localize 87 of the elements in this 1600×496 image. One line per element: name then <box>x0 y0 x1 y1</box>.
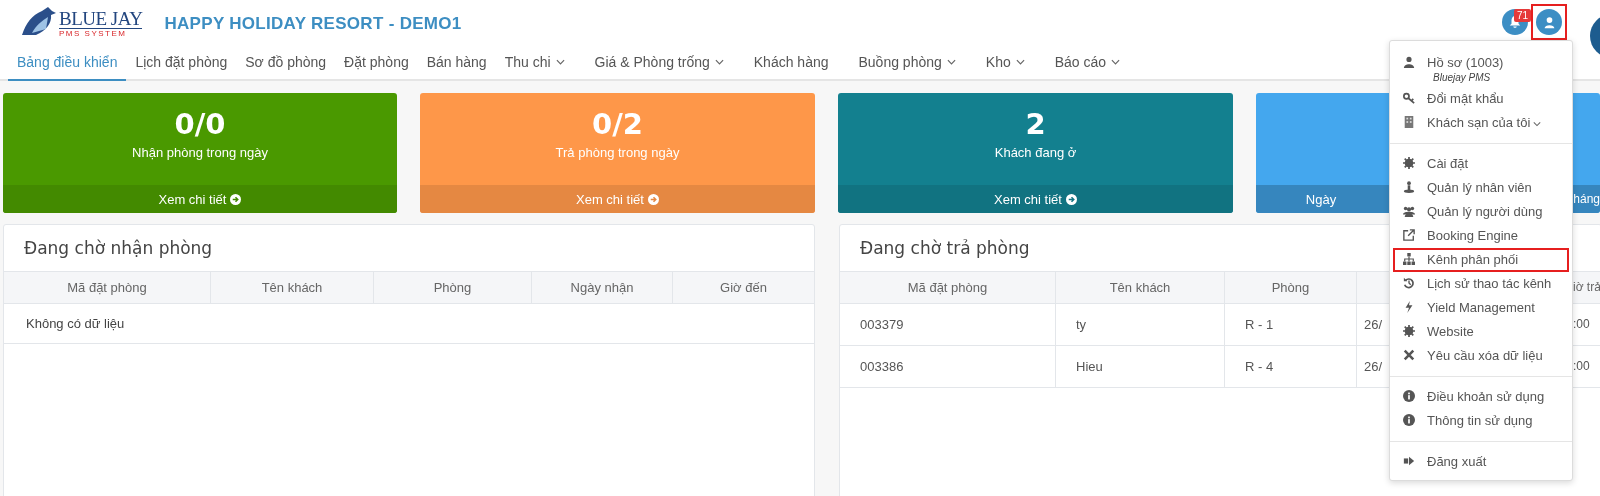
caret-icon <box>714 58 724 65</box>
menu-item[interactable]: Yield Management <box>1393 296 1569 320</box>
stat-label: Nhận phòng trong ngày <box>132 145 268 160</box>
users-icon <box>1403 205 1415 217</box>
arrow-circle-icon <box>647 193 659 205</box>
menu-item[interactable]: Lịch sử thao tác kênh <box>1393 272 1569 296</box>
menu-item[interactable]: Kênh phân phối <box>1393 248 1569 272</box>
caret-icon <box>1111 58 1121 65</box>
column-header: Giờ đến <box>720 280 767 295</box>
menu-item[interactable]: Thông tin sử dụng <box>1393 409 1569 433</box>
table-cell: 26/ <box>1364 317 1383 332</box>
nav-tab[interactable]: Khách hàng <box>744 44 838 81</box>
table-cell: 003386 <box>860 359 904 374</box>
menu-subtitle: Bluejay PMS <box>1433 72 1492 84</box>
table-cell: ty <box>1076 317 1087 332</box>
column-header: Tên khách <box>261 280 323 295</box>
menu-item[interactable]: Yêu cầu xóa dữ liệu <box>1393 344 1569 368</box>
column-header: Phòng <box>1271 280 1310 295</box>
table-cell: :00 <box>1573 317 1590 331</box>
menu-item[interactable]: Khách sạn của tôi <box>1393 111 1569 135</box>
column-header: Mã đặt phòng <box>907 280 988 295</box>
info-icon <box>1403 414 1415 426</box>
stat-value: 0/2 <box>592 107 643 141</box>
caret-icon <box>1533 121 1542 127</box>
nav-tab[interactable]: Đặt phòng <box>335 44 418 81</box>
person-icon <box>1403 181 1415 193</box>
bolt-icon <box>1403 301 1415 313</box>
column-header: Ngày nhận <box>570 280 634 295</box>
caret-icon <box>555 58 565 65</box>
sitemap-icon <box>1403 253 1415 265</box>
table-cell: 26/ <box>1364 359 1383 374</box>
details-link[interactable]: háng <box>1573 185 1600 213</box>
arrow-circle-icon <box>1065 193 1077 205</box>
column-header: iờ trả <box>1573 280 1600 294</box>
column-header: Phòng <box>433 280 472 295</box>
stat-label: Trả phòng trong ngày <box>555 145 680 160</box>
column-header: Tên khách <box>1109 280 1171 295</box>
nav-tab[interactable]: Giá & Phòng trống <box>585 44 733 81</box>
table-cell: 003379 <box>860 317 904 332</box>
nav-tab[interactable]: Lịch đặt phòng <box>126 44 237 81</box>
menu-item[interactable]: Đổi mật khẩu <box>1393 87 1569 111</box>
caret-icon <box>1015 58 1025 65</box>
menu-item[interactable]: Quản lý người dùng <box>1393 200 1569 224</box>
close-icon <box>1403 349 1415 361</box>
logo-tagline: PMS SYSTEM <box>59 29 128 39</box>
table-cell: Hieu <box>1076 359 1103 374</box>
menu-item[interactable]: Đăng xuất <box>1393 450 1569 474</box>
logo-name: BLUE JAY <box>59 10 143 29</box>
stat-value: 0/0 <box>174 107 226 141</box>
nav-tab[interactable]: Bán hàng <box>417 44 496 81</box>
hotel-title: HAPPY HOLIDAY RESORT - DEMO1 <box>164 14 462 34</box>
table-cell: R - 1 <box>1245 317 1274 332</box>
nav-tab[interactable]: Kho <box>976 44 1034 81</box>
column-header: Mã đặt phòng <box>67 280 147 295</box>
nav-tab[interactable]: Thu chi <box>495 44 574 81</box>
logout-icon <box>1403 455 1415 467</box>
details-link[interactable]: Ngày <box>1256 185 1386 213</box>
menu-item[interactable]: Booking Engine <box>1393 224 1569 248</box>
history-icon <box>1403 277 1415 289</box>
caret-icon <box>946 58 956 65</box>
table-cell: R - 4 <box>1245 359 1274 374</box>
user-icon <box>1403 56 1415 68</box>
key-icon <box>1403 92 1415 104</box>
notification-badge: 71 <box>1514 9 1532 22</box>
menu-item[interactable]: Hồ sơ (1003) Bluejay PMS <box>1393 51 1569 87</box>
external-link-icon <box>1403 229 1415 241</box>
user-button[interactable] <box>1531 4 1567 40</box>
nav-tab[interactable]: Buồng phòng <box>849 44 965 81</box>
info-icon <box>1403 390 1415 402</box>
nav-tab[interactable]: Sơ đồ phòng <box>236 44 336 81</box>
details-link[interactable]: Xem chi tiết <box>838 185 1233 213</box>
menu-item[interactable]: Quản lý nhân viên <box>1393 176 1569 200</box>
empty-message: Không có dữ liệu <box>26 316 125 331</box>
building-icon <box>1403 116 1415 128</box>
stat-label: Khách đang ở <box>994 145 1077 160</box>
gear-icon <box>1403 325 1415 337</box>
details-link[interactable]: Xem chi tiết <box>3 185 397 213</box>
user-icon <box>1542 15 1556 29</box>
arrow-circle-icon <box>230 193 242 205</box>
nav-tab[interactable]: Báo cáo <box>1045 44 1130 81</box>
table-cell: :00 <box>1573 359 1590 373</box>
menu-item[interactable]: Điều khoản sử dụng <box>1393 385 1569 409</box>
stat-value: 2 <box>1025 107 1046 141</box>
nav-tab[interactable]: Bảng điều khiển <box>8 44 127 81</box>
menu-item[interactable]: Cài đặt <box>1393 152 1569 176</box>
menu-item[interactable]: Website <box>1393 320 1569 344</box>
gear-icon <box>1403 157 1415 169</box>
